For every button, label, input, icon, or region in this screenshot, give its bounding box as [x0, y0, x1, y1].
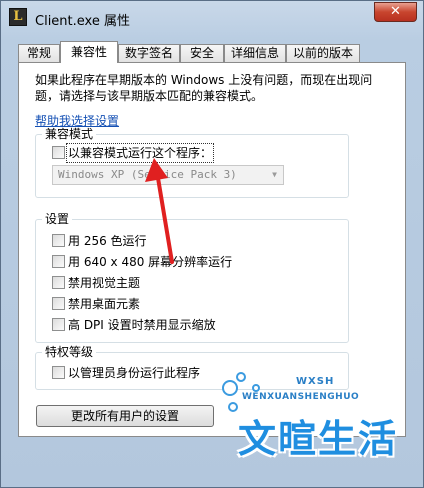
annotation-arrow-head — [145, 158, 168, 182]
watermark-bubble-icon — [252, 384, 260, 392]
watermark-big-text: 文暄生活 — [238, 417, 399, 461]
tab-compatibility[interactable]: 兼容性 — [60, 41, 118, 63]
watermark-pinyin: WENXUANSHENGHUO — [242, 392, 360, 402]
watermark-small-text: WXSH — [296, 376, 335, 387]
watermark-bubble-icon — [228, 402, 238, 412]
annotation-arrow-shaft — [156, 176, 174, 264]
watermark-bubble-icon — [222, 380, 238, 396]
watermark-bubble-icon — [236, 372, 246, 382]
watermark: WXSH WENXUANSHENGHUO 文暄生活 — [212, 362, 424, 488]
